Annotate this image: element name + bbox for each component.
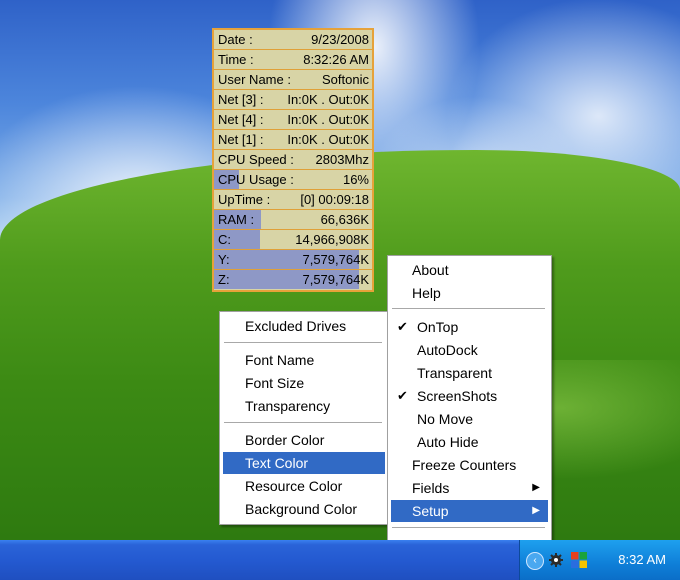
menu-separator: [392, 308, 545, 310]
row-label: RAM :: [218, 212, 255, 227]
menu-item-label: OnTop: [417, 319, 459, 335]
menu-item-label: About: [412, 262, 449, 278]
row-label: CPU Speed :: [218, 152, 294, 167]
menu-item-freeze-counters[interactable]: Freeze Counters: [391, 454, 548, 476]
row-label: Date :: [218, 32, 253, 47]
row-value: 16%: [342, 172, 369, 187]
menu-item-about[interactable]: About: [391, 259, 548, 281]
menu-item-border-color[interactable]: Border Color: [223, 429, 385, 451]
row-value: 14,966,908K: [295, 232, 369, 247]
row-value: 7,579,764K: [302, 252, 369, 267]
row-label: Time :: [218, 52, 254, 67]
menu-item-label: AutoDock: [417, 342, 478, 358]
menu-item-label: Auto Hide: [417, 434, 479, 450]
menu-item-font-size[interactable]: Font Size: [223, 372, 385, 394]
system-monitor-widget[interactable]: Date : 9/23/2008 Time : 8:32:26 AM User …: [212, 28, 374, 292]
row-value: 2803Mhz: [315, 152, 369, 167]
taskbar: ‹ 8:32 AM: [0, 540, 680, 580]
menu-item-label: Setup: [412, 503, 449, 519]
menu-item-label: Background Color: [245, 501, 358, 517]
system-tray: ‹ 8:32 AM: [519, 540, 680, 580]
menu-item-label: Border Color: [245, 432, 325, 448]
menu-item-text-color[interactable]: Text Color: [223, 452, 385, 474]
checkmark-icon: ✔: [397, 319, 408, 334]
row-label: UpTime :: [218, 192, 271, 207]
menu-item-setup[interactable]: Setup ▶: [391, 500, 548, 522]
row-value: [0] 00:09:18: [300, 192, 369, 207]
menu-item-label: Resource Color: [245, 478, 343, 494]
menu-item-label: Fields: [412, 480, 450, 496]
menu-item-label: Text Color: [245, 455, 309, 471]
row-label: C:: [218, 232, 231, 247]
monitor-row-ram: RAM : 66,636K: [214, 210, 372, 230]
menu-item-label: Freeze Counters: [412, 457, 517, 473]
row-label: Z:: [218, 272, 230, 287]
menu-item-label: Font Name: [245, 352, 315, 368]
row-label: Y:: [218, 252, 230, 267]
menu-item-label: Excluded Drives: [245, 318, 347, 334]
menu-item-auto-hide[interactable]: Auto Hide: [391, 431, 548, 453]
monitor-row-drive-z: Z: 7,579,764K: [214, 270, 372, 290]
menu-item-background-color[interactable]: Background Color: [223, 498, 385, 520]
checkmark-icon: ✔: [397, 388, 408, 403]
monitor-row-cpu-usage: CPU Usage : 16%: [214, 170, 372, 190]
row-label: CPU Usage :: [218, 172, 294, 187]
menu-separator: [224, 342, 382, 344]
row-value: In:0K . Out:0K: [287, 132, 369, 147]
monitor-row-time: Time : 8:32:26 AM: [214, 50, 372, 70]
menu-item-label: Transparent: [417, 365, 492, 381]
submenu-arrow-icon: ▶: [532, 505, 540, 516]
row-value: 7,579,764K: [302, 272, 369, 287]
menu-separator: [392, 527, 545, 529]
menu-item-autodock[interactable]: AutoDock: [391, 339, 548, 361]
menu-item-label: Help: [412, 285, 441, 301]
submenu-arrow-icon: ▶: [532, 482, 540, 493]
chevron-left-icon[interactable]: ‹: [526, 552, 544, 570]
menu-item-label: No Move: [417, 411, 474, 427]
menu-item-label: Font Size: [245, 375, 305, 391]
gear-icon[interactable]: [548, 552, 564, 568]
tray-context-menu: About Help ✔ OnTop AutoDock Transparent …: [387, 255, 552, 562]
menu-item-label: ScreenShots: [417, 388, 498, 404]
menu-item-resource-color[interactable]: Resource Color: [223, 475, 385, 497]
menu-separator: [224, 422, 382, 424]
menu-item-help[interactable]: Help: [391, 282, 548, 304]
row-label: Net [3] :: [218, 92, 264, 107]
monitor-row-net4: Net [4] : In:0K . Out:0K: [214, 110, 372, 130]
menu-item-screenshots[interactable]: ✔ ScreenShots: [391, 385, 548, 407]
monitor-row-drive-c: C: 14,966,908K: [214, 230, 372, 250]
menu-item-ontop[interactable]: ✔ OnTop: [391, 316, 548, 338]
row-value: 66,636K: [320, 212, 369, 227]
menu-item-no-move[interactable]: No Move: [391, 408, 548, 430]
monitor-row-uptime: UpTime : [0] 00:09:18: [214, 190, 372, 210]
windows-flag-icon[interactable]: [570, 551, 588, 569]
row-value: Softonic: [322, 72, 369, 87]
menu-item-font-name[interactable]: Font Name: [223, 349, 385, 371]
monitor-row-drive-y: Y: 7,579,764K: [214, 250, 372, 270]
menu-item-excluded-drives[interactable]: Excluded Drives: [223, 315, 385, 337]
taskbar-clock[interactable]: 8:32 AM: [618, 552, 666, 567]
menu-item-transparent[interactable]: Transparent: [391, 362, 548, 384]
row-label: Net [4] :: [218, 112, 264, 127]
row-value: 9/23/2008: [311, 32, 369, 47]
monitor-row-cpu-speed: CPU Speed : 2803Mhz: [214, 150, 372, 170]
monitor-row-date: Date : 9/23/2008: [214, 30, 372, 50]
row-value: In:0K . Out:0K: [287, 92, 369, 107]
row-label: User Name :: [218, 72, 291, 87]
setup-submenu: Excluded Drives Font Name Font Size Tran…: [219, 311, 389, 525]
menu-item-transparency[interactable]: Transparency: [223, 395, 385, 417]
row-label: Net [1] :: [218, 132, 264, 147]
row-value: 8:32:26 AM: [303, 52, 369, 67]
monitor-row-net1: Net [1] : In:0K . Out:0K: [214, 130, 372, 150]
menu-item-fields[interactable]: Fields ▶: [391, 477, 548, 499]
row-value: In:0K . Out:0K: [287, 112, 369, 127]
monitor-row-net3: Net [3] : In:0K . Out:0K: [214, 90, 372, 110]
menu-item-label: Transparency: [245, 398, 331, 414]
monitor-row-username: User Name : Softonic: [214, 70, 372, 90]
